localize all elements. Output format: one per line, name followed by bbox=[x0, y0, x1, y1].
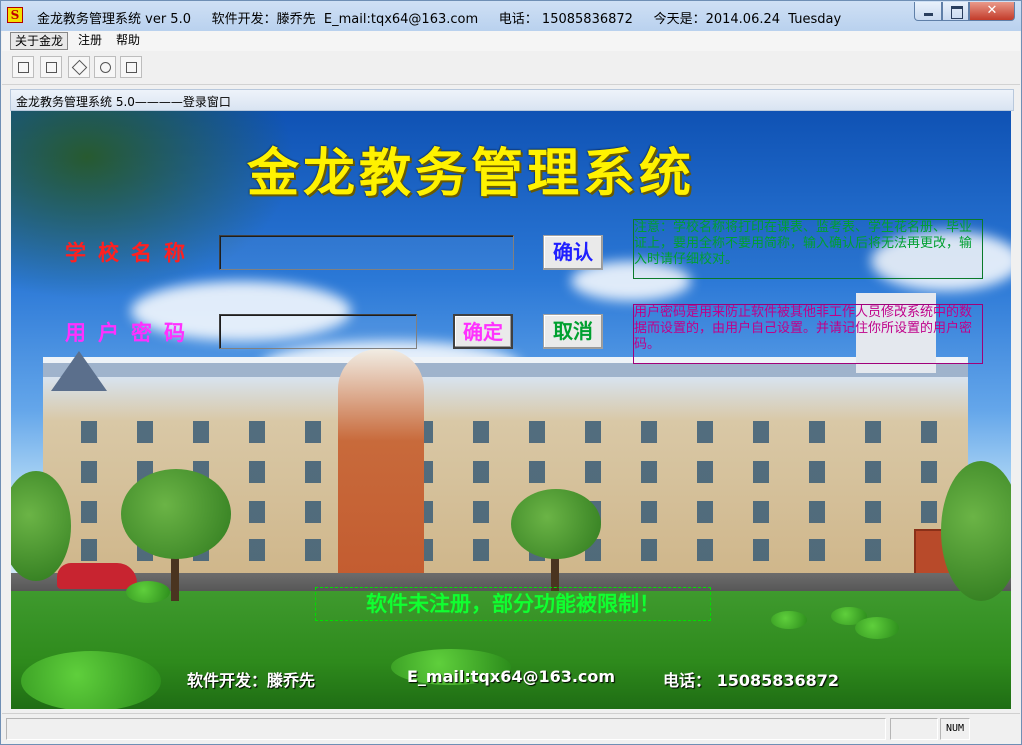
password-label: 用户密码 bbox=[65, 321, 197, 345]
password-input[interactable] bbox=[220, 315, 416, 348]
report-icon[interactable] bbox=[120, 56, 142, 78]
building-windows bbox=[59, 421, 959, 443]
toolbar bbox=[2, 51, 1020, 85]
shrub bbox=[21, 651, 161, 709]
car bbox=[57, 563, 137, 589]
menu-bar: 关于金龙 注册 帮助 bbox=[2, 31, 1020, 51]
form-icon[interactable] bbox=[40, 56, 62, 78]
tools-icon[interactable] bbox=[68, 56, 90, 78]
shrub bbox=[855, 617, 899, 639]
school-name-field[interactable] bbox=[219, 235, 514, 270]
settings-icon[interactable] bbox=[94, 56, 116, 78]
developer-email: E_mail:tqx64@163.com bbox=[407, 667, 616, 686]
password-field[interactable] bbox=[219, 314, 417, 349]
status-pane-secondary bbox=[890, 718, 938, 740]
num-lock-indicator: NUM bbox=[940, 718, 970, 740]
menu-register[interactable]: 注册 bbox=[74, 32, 106, 50]
cancel-login-button[interactable]: 取消 bbox=[543, 314, 603, 349]
school-name-note: 注意：学校名称将打印在课表、监考表、学生花名册、毕业证上，要用全称不要用简称，输… bbox=[633, 219, 983, 279]
app-headline: 金龙教务管理系统 bbox=[247, 143, 696, 204]
unregistered-banner: 软件未注册，部分功能被限制！ bbox=[315, 587, 711, 621]
tree bbox=[511, 489, 601, 559]
school-name-label: 学校名称 bbox=[65, 241, 197, 265]
close-button[interactable]: ✕ bbox=[969, 2, 1015, 21]
shrub bbox=[771, 611, 807, 629]
tree bbox=[121, 469, 231, 559]
developer-phone: 电话： 15085836872 bbox=[663, 671, 840, 690]
resize-grip[interactable] bbox=[974, 718, 1018, 740]
maximize-button[interactable] bbox=[942, 2, 969, 21]
school-name-input[interactable] bbox=[220, 236, 513, 269]
confirm-login-button[interactable]: 确定 bbox=[453, 314, 513, 349]
status-pane-main bbox=[6, 718, 886, 740]
building-tower bbox=[338, 349, 424, 579]
app-icon[interactable]: S bbox=[7, 7, 23, 23]
menu-about[interactable]: 关于金龙 bbox=[10, 32, 69, 50]
menu-help[interactable]: 帮助 bbox=[112, 32, 144, 50]
status-bar: NUM bbox=[2, 713, 1020, 744]
developer-credit: 软件开发：滕乔先 bbox=[187, 671, 316, 690]
minimize-button[interactable] bbox=[914, 2, 942, 21]
login-window-title: 金龙教务管理系统 5.0————登录窗口 bbox=[16, 95, 231, 109]
title-bar[interactable]: S 金龙教务管理系统 ver 5.0 软件开发：滕乔先 E_mail:tqx64… bbox=[1, 1, 1021, 31]
tree bbox=[941, 461, 1011, 601]
window-title: 金龙教务管理系统 ver 5.0 软件开发：滕乔先 E_mail:tqx64@1… bbox=[37, 12, 842, 27]
shrub bbox=[126, 581, 170, 603]
confirm-school-button[interactable]: 确认 bbox=[543, 235, 603, 270]
list-icon[interactable] bbox=[12, 56, 34, 78]
password-note: 用户密码是用来防止软件被其他非工作人员修改系统中的数据而设置的，由用户自己设置。… bbox=[633, 304, 983, 364]
login-window-titlebar[interactable]: 金龙教务管理系统 5.0————登录窗口 bbox=[10, 89, 1014, 111]
main-window: S 金龙教务管理系统 ver 5.0 软件开发：滕乔先 E_mail:tqx64… bbox=[0, 0, 1022, 745]
login-panel: 金龙教务管理系统 学校名称 确认 注意：学校名称将打印在课表、监考表、学生花名册… bbox=[11, 111, 1011, 709]
